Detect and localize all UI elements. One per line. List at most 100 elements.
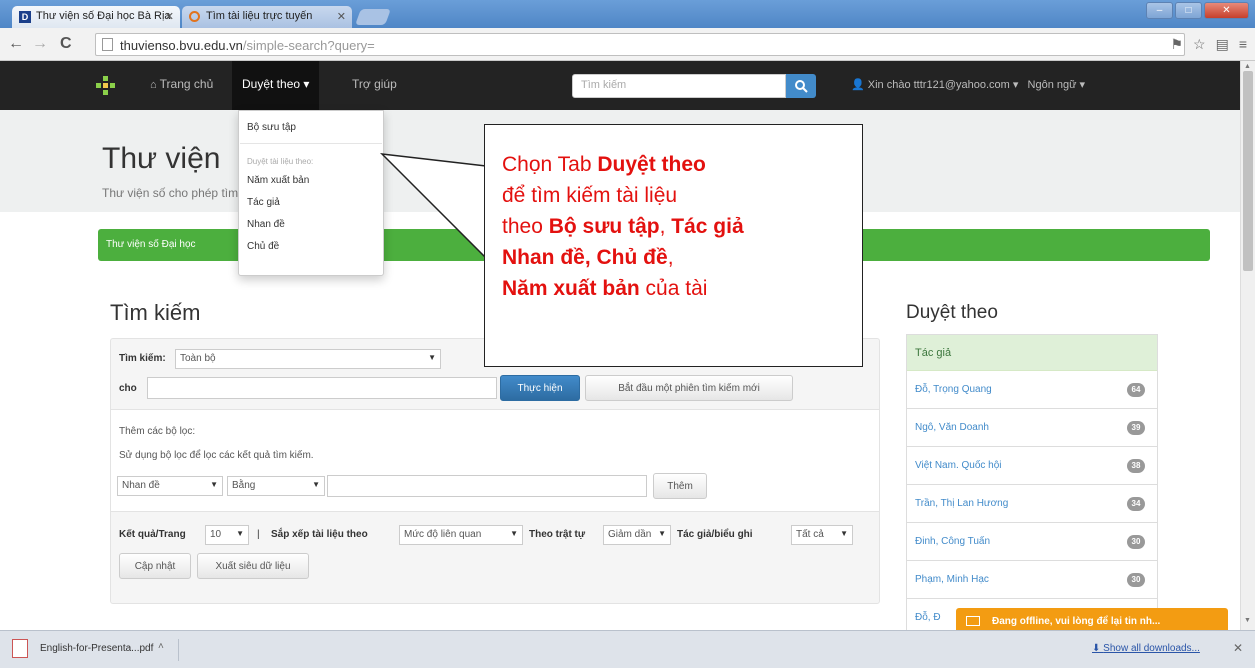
callout-pointer: [380, 153, 488, 260]
scroll-down-icon[interactable]: ▼: [1244, 617, 1251, 624]
filter-op-value: Bằng: [232, 480, 256, 491]
maximize-icon[interactable]: □: [1175, 2, 1202, 19]
show-all-downloads-link[interactable]: ⬇ Show all downloads...: [1092, 643, 1200, 654]
add-filter-button[interactable]: Thêm: [653, 473, 707, 499]
forward-arrow-icon[interactable]: →: [32, 35, 48, 53]
url-input[interactable]: thuvienso.bvu.edu.vn/simple-search?query…: [95, 33, 1185, 56]
dropdown-item-title[interactable]: Nhan đề: [247, 219, 285, 230]
extension-icon[interactable]: ▤: [1216, 36, 1229, 53]
filter-value-input[interactable]: [327, 475, 647, 497]
author-select[interactable]: Tất cả ▼: [791, 525, 853, 545]
scope-select[interactable]: Toàn bộ ▼: [175, 349, 441, 369]
translate-icon[interactable]: ⚑: [1170, 36, 1183, 53]
nav-home-label: Trang chủ: [159, 77, 214, 91]
extension-icons: ⚑ ☆ ▤ ≡: [1170, 36, 1247, 53]
new-search-button[interactable]: Bắt đầu một phiên tìm kiếm mới: [585, 375, 793, 401]
sort-value: Mức độ liên quan: [404, 529, 482, 540]
list-item[interactable]: Đỗ, Trọng Quang 64: [907, 371, 1157, 409]
list-item[interactable]: Đinh, Công Tuấn 30: [907, 523, 1157, 561]
filters-help: Sử dụng bộ lọc để lọc các kết quả tìm ki…: [119, 450, 314, 461]
scroll-up-icon[interactable]: ▲: [1244, 63, 1251, 70]
count-badge: 30: [1127, 573, 1145, 587]
dropdown-item-author[interactable]: Tác giả: [247, 197, 280, 208]
navbar-search-button[interactable]: [786, 74, 816, 98]
user-icon: 👤: [851, 79, 865, 91]
tab-title: Thư viện số Đại học Bà Rịa: [36, 10, 171, 22]
export-metadata-button[interactable]: Xuất siêu dữ liệu: [197, 553, 309, 579]
minimize-icon[interactable]: –: [1146, 2, 1173, 19]
close-tab-icon[interactable]: ✕: [337, 10, 346, 23]
envelope-icon: [966, 616, 980, 626]
download-filename: English-for-Presenta...pdf: [40, 643, 154, 654]
page-title: Thư viện: [102, 142, 221, 175]
count-badge: 34: [1127, 497, 1145, 511]
nav-browse-tab[interactable]: Duyệt theo ▾: [232, 61, 320, 110]
browse-panel-title: Tác giả: [907, 335, 1157, 371]
list-item[interactable]: Việt Nam. Quốc hội 38: [907, 447, 1157, 485]
nav-home-link[interactable]: ⌂ Trang chủ: [150, 77, 213, 91]
filter-op-select[interactable]: Bằng ▼: [227, 476, 325, 496]
caret-down-icon: ▼: [840, 529, 848, 538]
search-form: Tìm kiếm: Toàn bộ ▼ cho Thực hiện Bắt đầu…: [110, 338, 880, 604]
dropdown-header: Duyệt tài liệu theo:: [247, 157, 314, 166]
close-download-bar-icon[interactable]: ✕: [1233, 641, 1243, 655]
filter-field-select[interactable]: Nhan đề ▼: [117, 476, 223, 496]
order-value: Giảm dần: [608, 529, 652, 540]
count-badge: 39: [1127, 421, 1145, 435]
close-tab-icon[interactable]: ✕: [165, 10, 174, 23]
page-scrollbar[interactable]: ▲ ▼: [1240, 61, 1255, 630]
count-badge: 30: [1127, 535, 1145, 549]
menu-icon[interactable]: ≡: [1239, 36, 1247, 53]
reload-icon[interactable]: C: [60, 35, 72, 53]
order-label: Theo trật tự: [529, 529, 586, 540]
count-badge: 38: [1127, 459, 1145, 473]
browser-tab-library[interactable]: D Thư viện số Đại học Bà Rịa ✕: [12, 6, 180, 28]
chat-label: Đang offline, vui lòng để lại tin nh...: [992, 616, 1161, 627]
caret-down-icon: ▼: [428, 353, 436, 362]
results-per-page-select[interactable]: 10 ▼: [205, 525, 249, 545]
new-tab-button[interactable]: [355, 9, 391, 25]
order-select[interactable]: Giảm dần ▼: [603, 525, 671, 545]
browse-dropdown-menu: Bộ sưu tập Duyệt tài liệu theo: Năm xuất…: [238, 110, 384, 276]
list-item[interactable]: Trần, Thị Lan Hương 34: [907, 485, 1157, 523]
nav-help-link[interactable]: Trợ giúp: [352, 77, 397, 91]
site-logo-icon[interactable]: [96, 76, 116, 96]
site-favicon-icon: D: [19, 11, 31, 23]
caret-down-icon: ▼: [312, 480, 320, 489]
navbar-search-input[interactable]: Tìm kiếm: [572, 74, 786, 98]
search-icon: [795, 80, 808, 93]
dropdown-item-year[interactable]: Năm xuất bản: [247, 175, 309, 186]
filter-field-value: Nhan đề: [122, 480, 160, 491]
list-item[interactable]: Phạm, Minh Hạc 30: [907, 561, 1157, 599]
caret-down-icon: ▾: [303, 77, 310, 91]
window-close-icon[interactable]: ✕: [1204, 2, 1249, 19]
browser-tab-bar: D Thư viện số Đại học Bà Rịa ✕ Tìm tài l…: [0, 0, 1255, 28]
author-label: Tác giả/biểu ghi: [677, 529, 753, 540]
back-arrow-icon[interactable]: ←: [8, 35, 24, 53]
sort-select[interactable]: Mức độ liên quan ▼: [399, 525, 523, 545]
go-button[interactable]: Thực hiện: [500, 375, 580, 401]
scroll-thumb[interactable]: [1243, 71, 1253, 271]
list-item[interactable]: Ngô, Văn Doanh 39: [907, 409, 1157, 447]
tab-title: Tìm tài liệu trực tuyến: [206, 10, 313, 22]
caret-down-icon: ▼: [510, 529, 518, 538]
url-path: /simple-search?query=: [242, 38, 375, 53]
address-bar: ← → C thuvienso.bvu.edu.vn/simple-search…: [0, 28, 1255, 61]
dropdown-divider: [240, 143, 382, 144]
scope-value: Toàn bộ: [180, 353, 216, 364]
update-button[interactable]: Cập nhật: [119, 553, 191, 579]
download-item[interactable]: English-for-Presenta...pdf ˄: [8, 637, 164, 661]
language-menu[interactable]: Ngôn ngữ: [1028, 79, 1077, 91]
user-label: Xin chào tttr121@yahoo.com: [867, 79, 1010, 91]
loading-favicon-icon: [189, 11, 200, 22]
separator: |: [257, 529, 260, 540]
browser-tab-search[interactable]: Tìm tài liệu trực tuyến ✕: [182, 6, 352, 28]
dropdown-item-collections[interactable]: Bộ sưu tập: [247, 122, 296, 133]
user-menu[interactable]: 👤 Xin chào tttr121@yahoo.com ▾ Ngôn ngữ …: [851, 78, 1085, 91]
caret-up-icon[interactable]: ˄: [158, 641, 164, 652]
dropdown-item-subject[interactable]: Chủ đề: [247, 241, 279, 252]
query-input[interactable]: [147, 377, 497, 399]
bookmark-star-icon[interactable]: ☆: [1193, 36, 1206, 53]
results-label: Kết quả/Trang: [119, 529, 186, 540]
window-controls: – □ ✕: [1146, 2, 1249, 19]
